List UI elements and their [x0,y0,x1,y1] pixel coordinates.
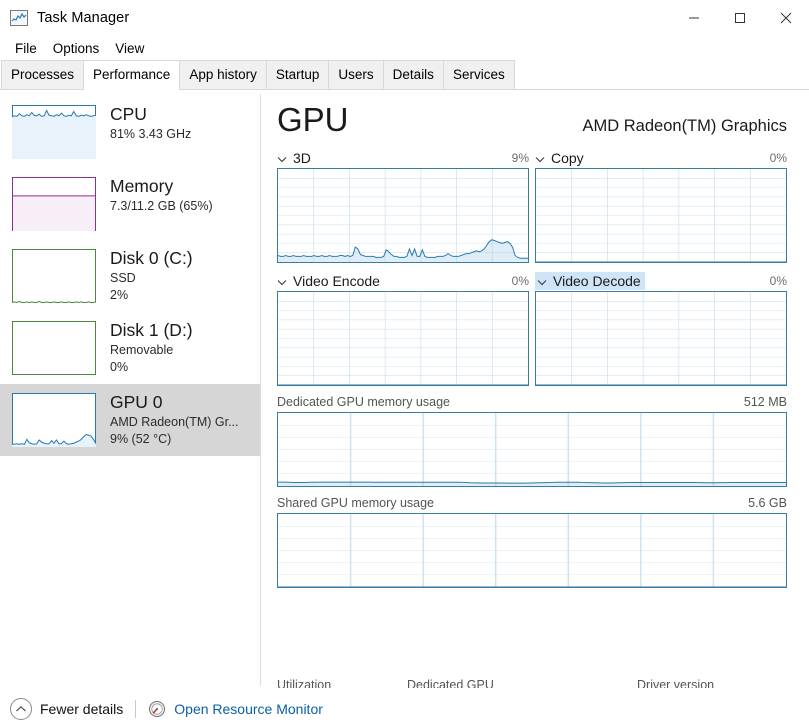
chevron-down-icon [277,273,289,289]
sidebar-item-title: Disk 1 (D:) [110,320,193,340]
engine-percent: 0% [769,274,787,288]
task-manager-icon [10,10,28,26]
tab-startup[interactable]: Startup [265,60,330,89]
sidebar-item-title: Disk 0 (C:) [110,248,193,268]
tab-users[interactable]: Users [328,60,384,89]
close-button[interactable] [763,0,809,36]
gpu0-thumbnail-chart [12,393,96,447]
engine-video-encode: Video Encode 0% [277,271,529,386]
fewer-details-button[interactable]: Fewer details [10,697,124,720]
open-resource-monitor-link[interactable]: Open Resource Monitor [148,700,323,718]
window-controls [671,0,809,36]
sidebar-item-line2: 2% [110,288,129,302]
status-bar: Fewer details Open Resource Monitor [0,688,809,728]
engine-video-decode-label-group[interactable]: Video Decode [535,272,645,290]
sidebar-item-line2: 0% [110,360,129,374]
sidebar-item-memory[interactable]: Memory 7.3/11.2 GB (65%) [0,168,260,240]
engine-copy-label-group[interactable]: Copy [535,149,587,167]
dedicated-memory-label: Dedicated GPU memory usage [277,395,450,409]
minimize-button[interactable] [671,0,717,36]
engine-percent: 0% [769,151,787,165]
tab-services[interactable]: Services [442,60,515,89]
engine-video-encode-chart [277,291,529,386]
shared-memory-label: Shared GPU memory usage [277,496,435,510]
engine-video-decode-chart [535,291,787,386]
engine-percent: 9% [511,151,529,165]
performance-body: CPU 81% 3.43 GHz Memory 7.3/11.2 GB (65%… [0,90,809,688]
clipped-stat-utilization: Utilization [277,678,332,688]
gpu-header: GPU AMD Radeon(TM) Graphics [277,90,787,140]
tab-performance[interactable]: Performance [83,60,181,90]
shared-memory-header: Shared GPU memory usage 5.6 GB [277,496,787,510]
task-manager-window: Task Manager File Options View Processes… [0,0,809,728]
sidebar-item-disk0[interactable]: Disk 0 (C:) SSD 2% [0,240,260,312]
disk1-thumbnail-chart [12,321,96,375]
tab-app-history[interactable]: App history [179,60,267,89]
engine-percent: 0% [511,274,529,288]
sidebar-item-line1: SSD [110,271,136,285]
engine-copy-chart [535,168,787,263]
tab-details[interactable]: Details [382,60,444,89]
memory-thumbnail-chart [12,177,96,231]
sidebar-item-line2: 9% (52 °C) [110,432,172,446]
sidebar-item-line1: 81% 3.43 GHz [110,127,192,141]
sidebar-item-line1: AMD Radeon(TM) Gr... [110,415,239,429]
engine-name: Video Encode [293,273,380,289]
page-title: GPU [277,101,349,138]
engine-3d: 3D 9% [277,148,529,263]
engine-copy: Copy 0% [535,148,787,263]
chevron-down-icon [537,273,549,289]
disk0-thumbnail-chart [12,249,96,303]
maximize-button[interactable] [717,0,763,36]
engine-name: Copy [551,150,584,166]
sidebar-item-line1: 7.3/11.2 GB (65%) [110,199,213,213]
engine-video-decode: Video Decode 0% [535,271,787,386]
sidebar-item-gpu0[interactable]: GPU 0 AMD Radeon(TM) Gr... 9% (52 °C) [0,384,260,456]
sidebar-item-title: GPU 0 [110,392,163,412]
title-bar: Task Manager [0,0,809,36]
chevron-down-icon [535,150,547,166]
tab-processes[interactable]: Processes [1,60,85,89]
engine-name: 3D [293,150,311,166]
gpu-detail-panel: GPU AMD Radeon(TM) Graphics 3D 9% Copy 0… [261,90,809,688]
sidebar-item-disk1[interactable]: Disk 1 (D:) Removable 0% [0,312,260,384]
window-title: Task Manager [37,10,130,26]
engine-video-encode-label-group[interactable]: Video Encode [277,272,383,290]
engine-row-2: Video Encode 0% Video Decode 0% [277,271,787,386]
dedicated-memory-value: 512 MB [743,395,787,409]
clipped-stat-driver-version: Driver version [637,678,715,688]
dedicated-memory-chart [277,412,787,487]
menu-bar: File Options View [0,36,809,60]
resource-monitor-icon [148,700,166,718]
engine-3d-label-group[interactable]: 3D [277,149,314,167]
tab-strip: Processes Performance App history Startu… [0,60,809,90]
menu-options[interactable]: Options [45,39,108,58]
menu-view[interactable]: View [107,39,152,58]
dedicated-memory-header: Dedicated GPU memory usage 512 MB [277,395,787,409]
engine-3d-chart [277,168,529,263]
shared-memory-chart [277,513,787,588]
shared-memory-value: 5.6 GB [748,496,787,510]
fewer-details-label: Fewer details [40,700,124,717]
resource-list: CPU 81% 3.43 GHz Memory 7.3/11.2 GB (65%… [0,90,260,688]
cpu-thumbnail-chart [12,105,96,159]
engine-row-1: 3D 9% Copy 0% [277,148,787,263]
clipped-stat-dedicated-gpu: Dedicated GPU [407,678,494,688]
menu-file[interactable]: File [7,39,45,58]
sidebar-item-line1: Removable [110,343,174,357]
sidebar-item-cpu[interactable]: CPU 81% 3.43 GHz [0,96,260,168]
engine-name: Video Decode [553,273,641,289]
open-resource-monitor-label: Open Resource Monitor [174,700,323,717]
clipped-stats-row: Utilization Dedicated GPU Driver version [277,678,787,688]
sidebar-item-title: Memory [110,176,174,196]
chevron-up-circle-icon [10,697,32,720]
gpu-device-name: AMD Radeon(TM) Graphics [582,117,787,135]
chevron-down-icon [277,150,289,166]
sidebar-item-title: CPU [110,104,147,124]
status-separator [135,699,137,718]
